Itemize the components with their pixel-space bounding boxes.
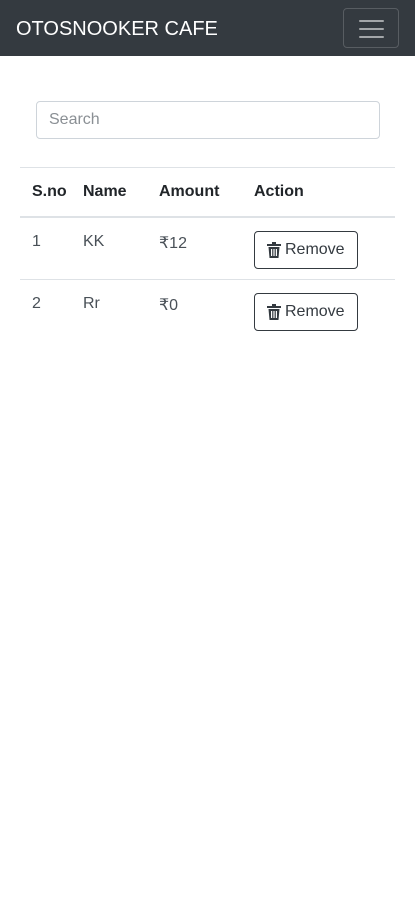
row-sno: 1 [20,216,83,280]
row-name: KK [83,216,159,280]
row-action: Remove [254,279,395,343]
trash-icon [267,304,281,320]
orders-table: S.no Name Amount Action 1 KK ₹12 Remove … [20,167,395,343]
row-amount: ₹0 [159,279,254,343]
table-row: 1 KK ₹12 Remove [20,216,395,280]
hamburger-menu-icon-bar [359,36,384,38]
row-sno: 2 [20,279,83,343]
hamburger-menu-icon-bar [359,28,384,30]
row-amount: ₹12 [159,216,254,280]
header-amount: Amount [159,167,254,218]
navbar: OTOSNOOKER CAFE [0,0,415,56]
trash-icon [267,241,281,258]
search-input[interactable] [36,101,380,139]
remove-button-label: Remove [285,240,345,258]
header-action: Action [254,167,395,218]
remove-button[interactable]: Remove [254,230,358,269]
hamburger-menu-icon [359,20,384,22]
row-name: Rr [83,279,159,343]
header-sno: S.no [20,167,83,218]
menu-toggle-button[interactable] [343,8,399,48]
table-row: 2 Rr ₹0 Remove [20,279,395,343]
remove-button[interactable]: Remove [254,293,358,331]
table-header-row: S.no Name Amount Action [20,167,395,218]
header-name: Name [83,167,159,218]
brand-title[interactable]: OTOSNOOKER CAFE [16,16,218,42]
remove-button-label: Remove [285,303,345,320]
row-action: Remove [254,216,395,280]
